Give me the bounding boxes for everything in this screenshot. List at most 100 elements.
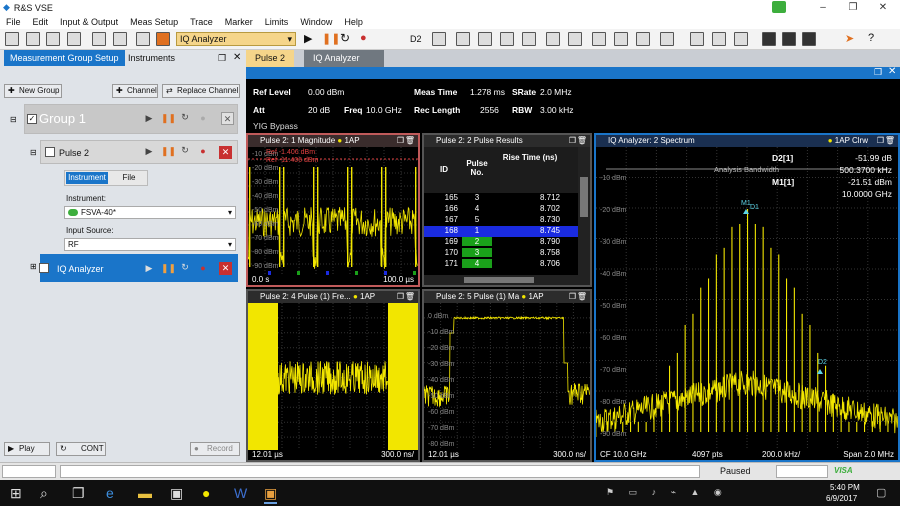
input-source-select[interactable]: RF ▾ bbox=[64, 238, 236, 251]
auto-level-icon[interactable] bbox=[762, 32, 776, 46]
menu-help[interactable]: Help bbox=[338, 17, 369, 27]
spectrogram-icon[interactable] bbox=[712, 32, 726, 46]
tab-instruments[interactable]: Instruments bbox=[122, 50, 181, 66]
maximize-button[interactable]: ❐ bbox=[838, 0, 868, 15]
word-icon[interactable]: W bbox=[234, 485, 247, 501]
play-icon[interactable]: ▶ bbox=[304, 32, 312, 45]
expand-icon[interactable]: ⊞ bbox=[30, 262, 37, 271]
undock-icon[interactable]: ❐ bbox=[397, 291, 404, 303]
d1-marker[interactable]: D1 bbox=[750, 204, 759, 211]
zoom-off-icon[interactable] bbox=[636, 32, 650, 46]
help-icon[interactable]: ? bbox=[868, 32, 874, 44]
min-icon[interactable] bbox=[500, 32, 514, 46]
mkr-to-ref-icon[interactable] bbox=[568, 32, 582, 46]
group-checkbox[interactable]: ✓ bbox=[27, 114, 37, 124]
file-explorer-icon[interactable]: ▬ bbox=[138, 485, 152, 501]
menu-marker[interactable]: Marker bbox=[219, 17, 259, 27]
marker-icon[interactable] bbox=[432, 32, 446, 46]
table-row[interactable]: 166 4 8.702 bbox=[424, 204, 578, 215]
d2-marker[interactable]: D2 bbox=[818, 359, 827, 366]
zoom-icon[interactable] bbox=[592, 32, 606, 46]
multi-zoom-icon[interactable] bbox=[614, 32, 628, 46]
close-group-icon[interactable]: ✕ bbox=[221, 112, 234, 125]
cont-button[interactable]: ↻ CONT bbox=[56, 442, 106, 456]
table-row[interactable]: 168 1 8.745 bbox=[424, 226, 578, 237]
continuous-icon[interactable]: ↻ bbox=[179, 262, 191, 273]
auto-all-icon[interactable] bbox=[802, 32, 816, 46]
close-channel-icon[interactable]: ✕ bbox=[219, 262, 232, 275]
undock-icon[interactable]: ❐ bbox=[397, 135, 404, 147]
undock-icon[interactable]: ❐ bbox=[877, 135, 884, 147]
pause-icon[interactable]: ❚❚ bbox=[161, 263, 176, 274]
multiview-icon[interactable] bbox=[156, 32, 170, 46]
undock-icon[interactable]: ❐ bbox=[218, 53, 226, 64]
mkr-to-center-icon[interactable] bbox=[546, 32, 560, 46]
record-icon[interactable]: ● bbox=[197, 113, 209, 123]
undock-icon[interactable]: ❐ bbox=[874, 67, 882, 78]
replace-channel-button[interactable]: ⇄ Replace Channel bbox=[162, 84, 240, 98]
pause-icon[interactable]: ❚❚ bbox=[322, 32, 340, 45]
subtab-instrument[interactable]: Instrument bbox=[66, 172, 108, 184]
channel-button[interactable]: ✚ Channel bbox=[112, 84, 158, 98]
collapse-icon[interactable]: ⊟ bbox=[30, 148, 37, 157]
next-peak-icon[interactable] bbox=[478, 32, 492, 46]
print-icon[interactable] bbox=[67, 32, 81, 46]
pulse-channel-row[interactable]: Pulse 2 ▶ ❚❚ ↻ ● ✕ bbox=[40, 140, 238, 164]
limit-icon[interactable] bbox=[734, 32, 748, 46]
peak-icon[interactable] bbox=[456, 32, 470, 46]
delete-icon[interactable]: 🗑 bbox=[405, 135, 415, 147]
pause-icon[interactable]: ❚❚ bbox=[161, 113, 176, 124]
tab-measurement-group-setup[interactable]: Measurement Group Setup bbox=[4, 50, 125, 66]
menu-window[interactable]: Window bbox=[294, 17, 338, 27]
pulse-magnitude-window[interactable]: Pulse 2: 5 Pulse (1) Ma ● 1AP ❐ 🗑 0 dBm … bbox=[422, 289, 592, 462]
tab-pulse-2[interactable]: Pulse 2 bbox=[246, 50, 295, 67]
open-icon[interactable] bbox=[46, 32, 60, 46]
close-panel-icon[interactable]: ✕ bbox=[233, 52, 241, 63]
record-icon[interactable]: ● bbox=[197, 263, 209, 273]
table-row[interactable]: 169 2 8.790 bbox=[424, 237, 578, 248]
menu-trace[interactable]: Trace bbox=[184, 17, 219, 27]
magnitude-window[interactable]: Pulse 2: 1 Magnitude ● 1AP ❐ 🗑 -10 dBm -… bbox=[246, 133, 420, 287]
play-icon[interactable]: ▶ bbox=[143, 146, 155, 157]
trace-select[interactable]: D2 bbox=[410, 34, 422, 44]
menu-input-output[interactable]: Input & Output bbox=[54, 17, 124, 27]
vse-app-icon[interactable]: ▣ bbox=[264, 485, 278, 504]
subtab-file[interactable]: File bbox=[111, 172, 147, 184]
continuous-icon[interactable]: ↻ bbox=[340, 31, 350, 45]
clock-date[interactable]: 6/9/2017 bbox=[826, 494, 857, 503]
preset-icon[interactable] bbox=[5, 32, 19, 46]
new-group-button[interactable]: ✚ New Group bbox=[4, 84, 62, 98]
delete-icon[interactable]: 🗑 bbox=[405, 291, 415, 303]
pulse-checkbox[interactable] bbox=[45, 147, 55, 157]
close-icon[interactable]: ✕ bbox=[888, 66, 896, 77]
table-hscroll[interactable] bbox=[424, 275, 590, 285]
store-icon[interactable]: ▣ bbox=[170, 485, 183, 502]
delete-icon[interactable]: 🗑 bbox=[577, 291, 587, 303]
record-button[interactable]: ● Record bbox=[190, 442, 240, 456]
channel-icon[interactable] bbox=[136, 32, 150, 46]
scroll-thumb[interactable] bbox=[580, 177, 588, 217]
pause-icon[interactable]: ❚❚ bbox=[161, 146, 176, 157]
search-icon[interactable]: ⌕ bbox=[40, 485, 48, 502]
continuous-icon[interactable]: ↻ bbox=[179, 145, 191, 156]
delete-icon[interactable]: 🗑 bbox=[885, 135, 895, 147]
table-row[interactable]: 165 3 8.712 bbox=[424, 193, 578, 204]
ref-icon[interactable] bbox=[660, 32, 674, 46]
tab-iq-analyzer[interactable]: IQ Analyzer bbox=[304, 50, 384, 67]
undock-icon[interactable]: ❐ bbox=[569, 291, 576, 303]
edge-icon[interactable]: e bbox=[106, 485, 114, 501]
screenshot-icon[interactable] bbox=[92, 32, 106, 46]
notification-icon[interactable]: ▢ bbox=[876, 486, 886, 499]
record-icon[interactable]: ● bbox=[197, 146, 209, 156]
save-icon[interactable] bbox=[26, 32, 40, 46]
layout-icon[interactable] bbox=[113, 32, 127, 46]
auto-freq-icon[interactable] bbox=[782, 32, 796, 46]
tips-icon[interactable]: ● bbox=[202, 485, 210, 501]
clock-time[interactable]: 5:40 PM bbox=[830, 483, 860, 492]
play-button[interactable]: ▶ Play bbox=[4, 442, 50, 456]
play-icon[interactable]: ▶ bbox=[143, 113, 155, 124]
app-select[interactable]: IQ Analyzer ▾ bbox=[176, 32, 296, 46]
menu-meas-setup[interactable]: Meas Setup bbox=[124, 17, 184, 27]
continuous-icon[interactable]: ↻ bbox=[179, 112, 191, 123]
iq-channel-row[interactable]: IQ Analyzer ▶ ❚❚ ↻ ● ✕ bbox=[39, 254, 238, 282]
